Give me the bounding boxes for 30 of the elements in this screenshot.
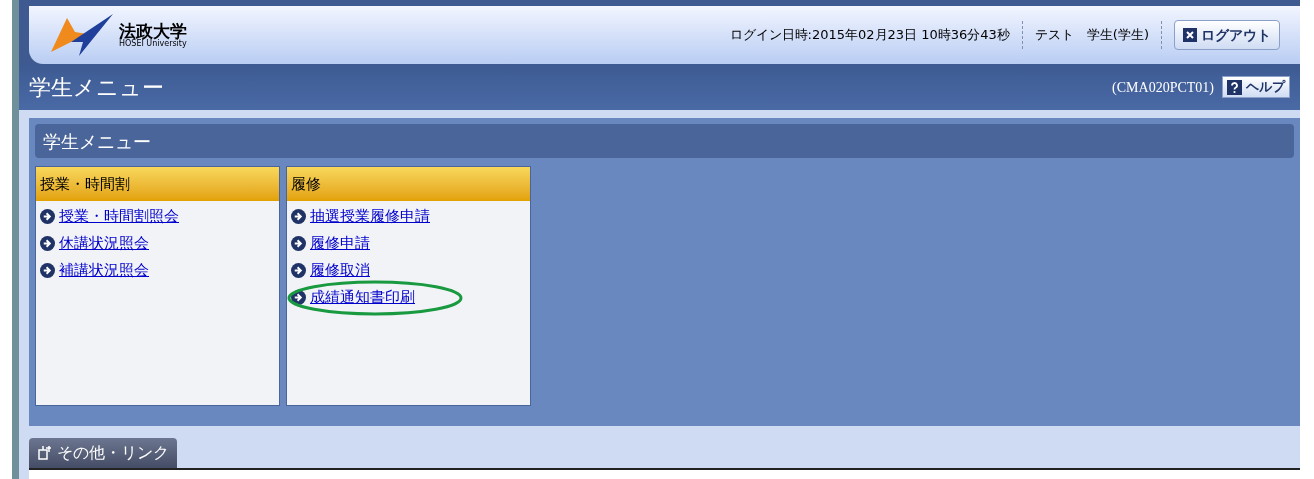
page-title: 学生メニュー (29, 73, 164, 102)
menu-link[interactable]: 休講状況照会 (59, 232, 149, 255)
menu-link[interactable]: 授業・時間割照会 (59, 205, 179, 228)
arrow-circle-icon (40, 209, 55, 224)
menu-link[interactable]: 抽選授業履修申請 (310, 205, 430, 228)
arrow-circle-icon (291, 236, 306, 251)
menu-link[interactable]: 履修取消 (310, 259, 370, 282)
logo-icon (49, 12, 115, 58)
section-header: 学生メニュー (35, 124, 1294, 158)
login-time: ログイン日時:2015年02月23日 10時36分43秒 (729, 26, 1011, 45)
close-icon (1183, 28, 1197, 42)
tab-label: その他・リンク (57, 442, 169, 464)
logo-title: 法政大学 (119, 22, 187, 40)
link-icon (37, 445, 53, 461)
user-name: テスト 学生(学生) (1033, 26, 1150, 45)
card-header: 授業・時間割 (36, 167, 279, 201)
arrow-circle-icon (291, 290, 306, 305)
card-header: 履修 (287, 167, 530, 201)
arrow-circle-icon (40, 236, 55, 251)
help-button[interactable]: ヘルプ (1222, 76, 1290, 98)
arrow-circle-icon (40, 263, 55, 278)
logout-button[interactable]: ログアウト (1174, 20, 1280, 50)
arrow-circle-icon (291, 209, 306, 224)
menu-link[interactable]: 履修申請 (310, 232, 370, 255)
menu-link[interactable]: 補講状況照会 (59, 259, 149, 282)
other-links-tab[interactable]: その他・リンク (29, 438, 177, 468)
logo-subtitle: HOSEI University (119, 39, 187, 48)
help-icon (1227, 79, 1242, 95)
arrow-circle-icon (291, 263, 306, 278)
screen-id: (CMA020PCT01) (1112, 78, 1214, 97)
